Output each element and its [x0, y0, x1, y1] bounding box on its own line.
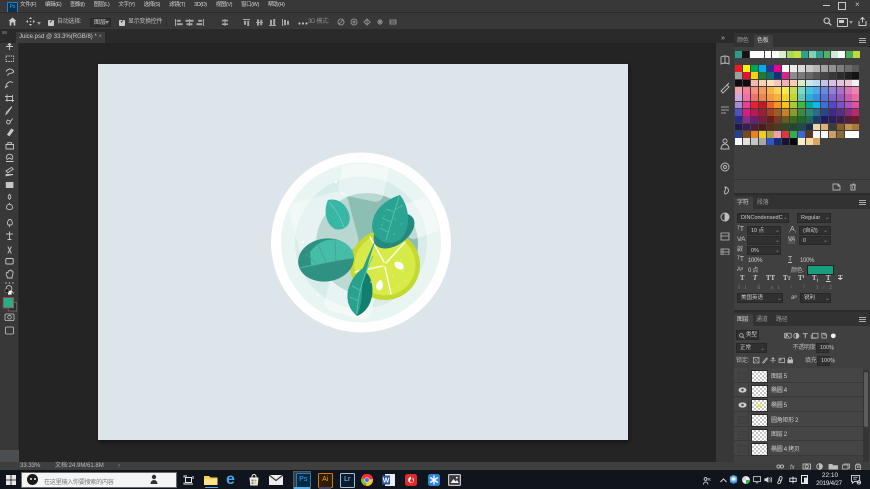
- svg-text:W: W: [383, 477, 390, 484]
- svg-text:R: R: [708, 477, 712, 482]
- svg-text:fx: fx: [790, 465, 796, 470]
